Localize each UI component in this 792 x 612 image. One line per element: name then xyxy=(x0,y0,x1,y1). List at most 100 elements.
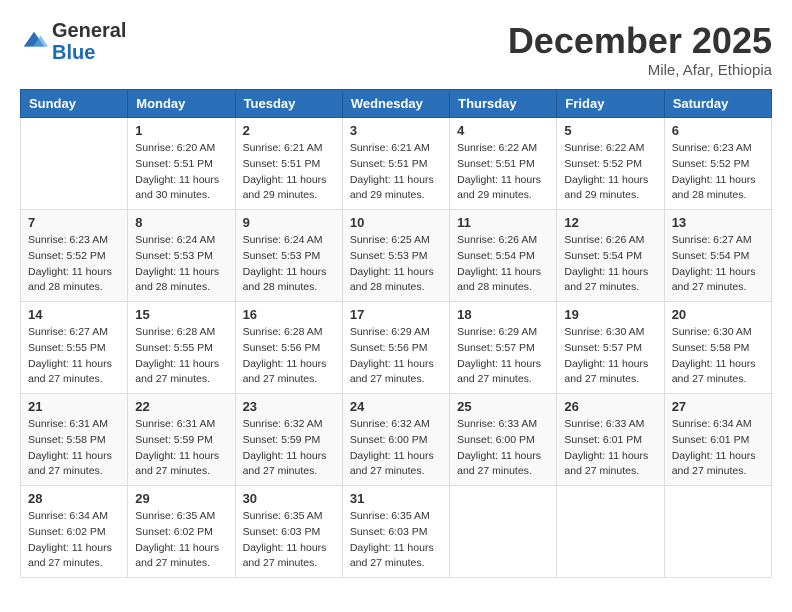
day-number: 2 xyxy=(243,123,335,138)
cell-info: Sunrise: 6:31 AM Sunset: 5:58 PM Dayligh… xyxy=(28,417,120,480)
calendar-cell: 1 Sunrise: 6:20 AM Sunset: 5:51 PM Dayli… xyxy=(128,118,235,210)
cell-info: Sunrise: 6:29 AM Sunset: 5:57 PM Dayligh… xyxy=(457,325,549,388)
sunrise-text: Sunrise: 6:32 AM xyxy=(243,418,323,430)
sunset-text: Sunset: 6:01 PM xyxy=(564,434,642,446)
sunset-text: Sunset: 5:56 PM xyxy=(243,342,321,354)
daylight-text: Daylight: 11 hours and 27 minutes. xyxy=(350,358,434,386)
cell-info: Sunrise: 6:23 AM Sunset: 5:52 PM Dayligh… xyxy=(28,233,120,296)
calendar-week-row: 1 Sunrise: 6:20 AM Sunset: 5:51 PM Dayli… xyxy=(21,118,772,210)
sunrise-text: Sunrise: 6:31 AM xyxy=(135,418,215,430)
day-number: 28 xyxy=(28,491,120,506)
daylight-text: Daylight: 11 hours and 27 minutes. xyxy=(672,358,756,386)
cell-info: Sunrise: 6:25 AM Sunset: 5:53 PM Dayligh… xyxy=(350,233,442,296)
sunrise-text: Sunrise: 6:21 AM xyxy=(350,142,430,154)
sunset-text: Sunset: 5:53 PM xyxy=(243,250,321,262)
sunrise-text: Sunrise: 6:35 AM xyxy=(135,510,215,522)
calendar-cell: 16 Sunrise: 6:28 AM Sunset: 5:56 PM Dayl… xyxy=(235,302,342,394)
calendar-table: SundayMondayTuesdayWednesdayThursdayFrid… xyxy=(20,89,772,578)
cell-info: Sunrise: 6:33 AM Sunset: 6:01 PM Dayligh… xyxy=(564,417,656,480)
sunset-text: Sunset: 5:54 PM xyxy=(672,250,750,262)
column-header-tuesday: Tuesday xyxy=(235,90,342,118)
daylight-text: Daylight: 11 hours and 27 minutes. xyxy=(28,542,112,570)
column-header-friday: Friday xyxy=(557,90,664,118)
calendar-week-row: 7 Sunrise: 6:23 AM Sunset: 5:52 PM Dayli… xyxy=(21,210,772,302)
daylight-text: Daylight: 11 hours and 28 minutes. xyxy=(243,266,327,294)
day-number: 13 xyxy=(672,215,764,230)
cell-info: Sunrise: 6:35 AM Sunset: 6:02 PM Dayligh… xyxy=(135,509,227,572)
daylight-text: Daylight: 11 hours and 27 minutes. xyxy=(135,358,219,386)
day-number: 29 xyxy=(135,491,227,506)
sunrise-text: Sunrise: 6:27 AM xyxy=(672,234,752,246)
calendar-cell xyxy=(21,118,128,210)
month-title: December 2025 xyxy=(508,20,772,62)
cell-info: Sunrise: 6:22 AM Sunset: 5:51 PM Dayligh… xyxy=(457,141,549,204)
daylight-text: Daylight: 11 hours and 27 minutes. xyxy=(135,542,219,570)
sunset-text: Sunset: 5:51 PM xyxy=(135,158,213,170)
calendar-week-row: 28 Sunrise: 6:34 AM Sunset: 6:02 PM Dayl… xyxy=(21,486,772,578)
sunrise-text: Sunrise: 6:23 AM xyxy=(28,234,108,246)
sunset-text: Sunset: 6:00 PM xyxy=(457,434,535,446)
calendar-cell: 12 Sunrise: 6:26 AM Sunset: 5:54 PM Dayl… xyxy=(557,210,664,302)
calendar-cell: 20 Sunrise: 6:30 AM Sunset: 5:58 PM Dayl… xyxy=(664,302,771,394)
sunrise-text: Sunrise: 6:25 AM xyxy=(350,234,430,246)
calendar-cell: 5 Sunrise: 6:22 AM Sunset: 5:52 PM Dayli… xyxy=(557,118,664,210)
logo-general: General xyxy=(52,20,126,42)
day-number: 21 xyxy=(28,399,120,414)
cell-info: Sunrise: 6:28 AM Sunset: 5:55 PM Dayligh… xyxy=(135,325,227,388)
cell-info: Sunrise: 6:31 AM Sunset: 5:59 PM Dayligh… xyxy=(135,417,227,480)
calendar-cell: 8 Sunrise: 6:24 AM Sunset: 5:53 PM Dayli… xyxy=(128,210,235,302)
day-number: 22 xyxy=(135,399,227,414)
column-header-saturday: Saturday xyxy=(664,90,771,118)
calendar-cell: 10 Sunrise: 6:25 AM Sunset: 5:53 PM Dayl… xyxy=(342,210,449,302)
column-header-thursday: Thursday xyxy=(450,90,557,118)
cell-info: Sunrise: 6:35 AM Sunset: 6:03 PM Dayligh… xyxy=(243,509,335,572)
day-number: 5 xyxy=(564,123,656,138)
daylight-text: Daylight: 11 hours and 27 minutes. xyxy=(564,358,648,386)
cell-info: Sunrise: 6:30 AM Sunset: 5:58 PM Dayligh… xyxy=(672,325,764,388)
sunset-text: Sunset: 5:53 PM xyxy=(135,250,213,262)
sunrise-text: Sunrise: 6:29 AM xyxy=(350,326,430,338)
sunrise-text: Sunrise: 6:24 AM xyxy=(243,234,323,246)
daylight-text: Daylight: 11 hours and 27 minutes. xyxy=(135,450,219,478)
sunrise-text: Sunrise: 6:26 AM xyxy=(564,234,644,246)
calendar-cell: 22 Sunrise: 6:31 AM Sunset: 5:59 PM Dayl… xyxy=(128,394,235,486)
day-number: 12 xyxy=(564,215,656,230)
calendar-cell: 17 Sunrise: 6:29 AM Sunset: 5:56 PM Dayl… xyxy=(342,302,449,394)
sunrise-text: Sunrise: 6:35 AM xyxy=(243,510,323,522)
day-number: 15 xyxy=(135,307,227,322)
sunset-text: Sunset: 6:03 PM xyxy=(243,526,321,538)
cell-info: Sunrise: 6:21 AM Sunset: 5:51 PM Dayligh… xyxy=(243,141,335,204)
calendar-week-row: 21 Sunrise: 6:31 AM Sunset: 5:58 PM Dayl… xyxy=(21,394,772,486)
calendar-cell: 27 Sunrise: 6:34 AM Sunset: 6:01 PM Dayl… xyxy=(664,394,771,486)
daylight-text: Daylight: 11 hours and 28 minutes. xyxy=(28,266,112,294)
sunset-text: Sunset: 5:56 PM xyxy=(350,342,428,354)
calendar-cell: 19 Sunrise: 6:30 AM Sunset: 5:57 PM Dayl… xyxy=(557,302,664,394)
cell-info: Sunrise: 6:22 AM Sunset: 5:52 PM Dayligh… xyxy=(564,141,656,204)
cell-info: Sunrise: 6:34 AM Sunset: 6:01 PM Dayligh… xyxy=(672,417,764,480)
sunrise-text: Sunrise: 6:27 AM xyxy=(28,326,108,338)
sunset-text: Sunset: 5:52 PM xyxy=(28,250,106,262)
day-number: 18 xyxy=(457,307,549,322)
sunset-text: Sunset: 6:03 PM xyxy=(350,526,428,538)
sunset-text: Sunset: 5:59 PM xyxy=(135,434,213,446)
calendar-cell: 4 Sunrise: 6:22 AM Sunset: 5:51 PM Dayli… xyxy=(450,118,557,210)
calendar-cell: 7 Sunrise: 6:23 AM Sunset: 5:52 PM Dayli… xyxy=(21,210,128,302)
cell-info: Sunrise: 6:24 AM Sunset: 5:53 PM Dayligh… xyxy=(243,233,335,296)
day-number: 7 xyxy=(28,215,120,230)
calendar-week-row: 14 Sunrise: 6:27 AM Sunset: 5:55 PM Dayl… xyxy=(21,302,772,394)
logo-icon xyxy=(20,28,48,56)
daylight-text: Daylight: 11 hours and 29 minutes. xyxy=(243,174,327,202)
daylight-text: Daylight: 11 hours and 29 minutes. xyxy=(350,174,434,202)
cell-info: Sunrise: 6:29 AM Sunset: 5:56 PM Dayligh… xyxy=(350,325,442,388)
day-number: 8 xyxy=(135,215,227,230)
sunrise-text: Sunrise: 6:29 AM xyxy=(457,326,537,338)
cell-info: Sunrise: 6:35 AM Sunset: 6:03 PM Dayligh… xyxy=(350,509,442,572)
location: Mile, Afar, Ethiopia xyxy=(508,62,772,79)
calendar-cell xyxy=(557,486,664,578)
daylight-text: Daylight: 11 hours and 28 minutes. xyxy=(672,174,756,202)
calendar-cell: 15 Sunrise: 6:28 AM Sunset: 5:55 PM Dayl… xyxy=(128,302,235,394)
sunset-text: Sunset: 5:54 PM xyxy=(564,250,642,262)
sunset-text: Sunset: 5:55 PM xyxy=(135,342,213,354)
calendar-cell: 23 Sunrise: 6:32 AM Sunset: 5:59 PM Dayl… xyxy=(235,394,342,486)
calendar-cell: 30 Sunrise: 6:35 AM Sunset: 6:03 PM Dayl… xyxy=(235,486,342,578)
